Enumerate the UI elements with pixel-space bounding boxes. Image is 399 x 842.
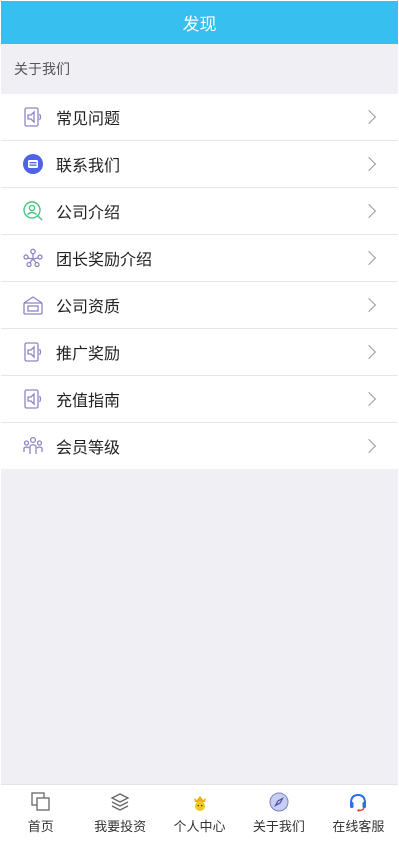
menu-item-label: 充值指南 [56, 391, 121, 410]
discover-page: 发现 关于我们 常见问题 联系我们 公司介绍 团长奖励介绍 公司资质 推广奖励 … [1, 1, 398, 839]
menu-item-recharge-guide[interactable]: 充值指南 [1, 376, 398, 423]
chevron-right-icon [361, 438, 377, 454]
team-network-icon [21, 246, 45, 270]
headset-icon [347, 791, 369, 813]
crown-user-icon [189, 791, 211, 813]
menu-item-promotion-reward[interactable]: 推广奖励 [1, 329, 398, 376]
menu-item-label: 团长奖励介绍 [56, 250, 153, 269]
chevron-right-icon [361, 203, 377, 219]
section-title: 关于我们 [14, 62, 70, 78]
menu-item-company-intro[interactable]: 公司介绍 [1, 188, 398, 235]
tab-personal-center[interactable]: 个人中心 [160, 785, 239, 839]
chevron-right-icon [361, 156, 377, 172]
speaker-doc-icon [21, 105, 45, 129]
speaker-doc-icon [21, 340, 45, 364]
members-icon [21, 434, 45, 458]
tab-label: 我要投资 [94, 820, 147, 835]
tab-invest[interactable]: 我要投资 [80, 785, 159, 839]
tab-label: 关于我们 [252, 820, 305, 835]
chevron-right-icon [361, 109, 377, 125]
menu-item-faq[interactable]: 常见问题 [1, 94, 398, 141]
user-search-icon [21, 199, 45, 223]
menu-item-label: 联系我们 [56, 156, 121, 175]
menu-item-contact-us[interactable]: 联系我们 [1, 141, 398, 188]
contact-badge-icon [21, 152, 45, 176]
tab-label: 首页 [27, 820, 54, 835]
section-header: 关于我们 [1, 44, 398, 94]
chevron-right-icon [361, 344, 377, 360]
home-squares-icon [30, 791, 52, 813]
tab-online-service[interactable]: 在线客服 [319, 785, 398, 839]
menu-item-company-qualification[interactable]: 公司资质 [1, 282, 398, 329]
chevron-right-icon [361, 250, 377, 266]
layers-icon [109, 791, 131, 813]
menu-item-label: 公司资质 [56, 297, 121, 316]
menu-item-label: 会员等级 [56, 438, 121, 457]
tab-home[interactable]: 首页 [1, 785, 80, 839]
top-header: 发现 [1, 1, 398, 44]
menu-item-label: 推广奖励 [56, 344, 121, 363]
tab-label: 个人中心 [173, 820, 226, 835]
speaker-doc-icon [21, 387, 45, 411]
chevron-right-icon [361, 391, 377, 407]
tab-label: 在线客服 [332, 820, 385, 835]
menu-item-member-level[interactable]: 会员等级 [1, 423, 398, 469]
tab-about-us[interactable]: 关于我们 [239, 785, 318, 839]
menu-item-team-reward[interactable]: 团长奖励介绍 [1, 235, 398, 282]
bottom-tab-bar: 首页 我要投资 个人中心 关于我们 在线客服 [1, 784, 398, 839]
chevron-right-icon [361, 297, 377, 313]
page-title: 发现 [182, 15, 217, 35]
about-menu-list: 常见问题 联系我们 公司介绍 团长奖励介绍 公司资质 推广奖励 充值指南 会员等… [1, 94, 398, 469]
certificate-box-icon [21, 293, 45, 317]
compass-icon [268, 791, 290, 813]
menu-item-label: 常见问题 [56, 109, 121, 128]
menu-item-label: 公司介绍 [56, 203, 121, 222]
